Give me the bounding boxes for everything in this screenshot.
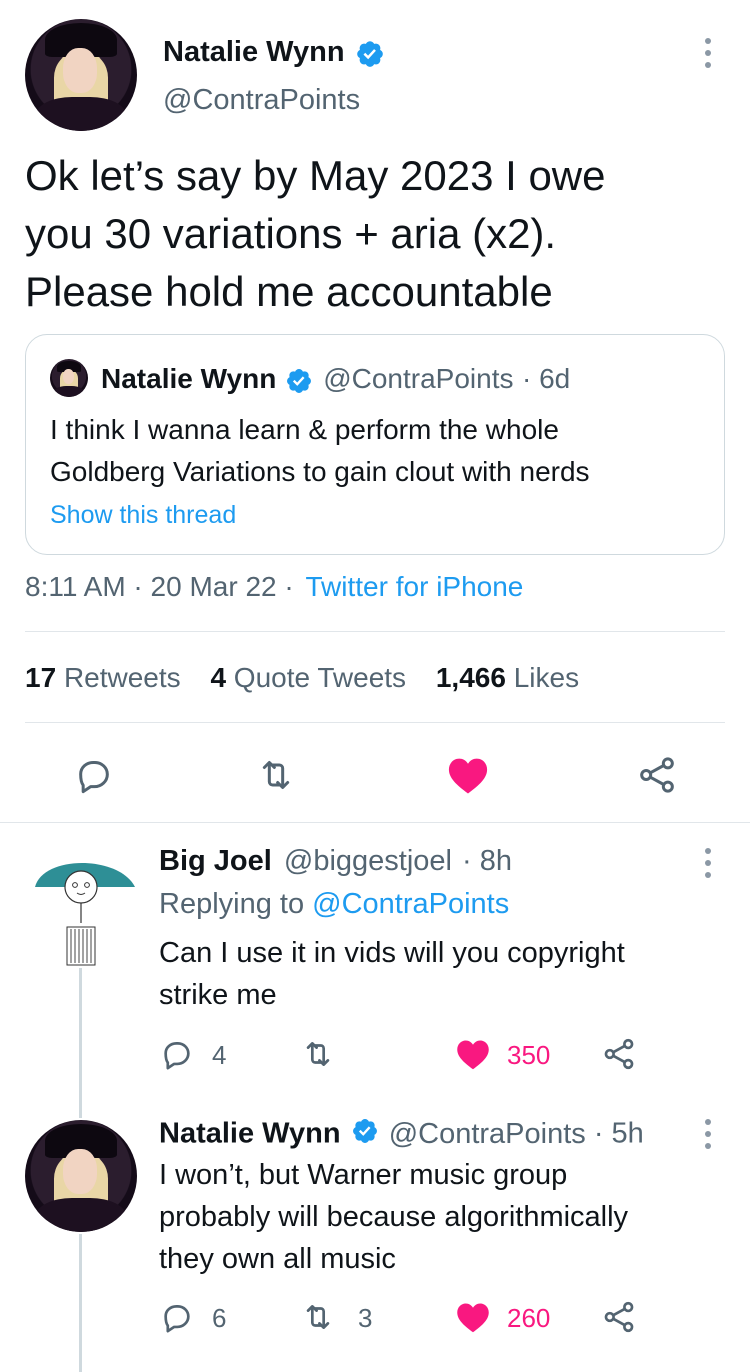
- more-options-icon[interactable]: [698, 1117, 718, 1153]
- reply-age[interactable]: · 8h: [462, 845, 512, 877]
- divider: [25, 631, 725, 632]
- more-options-icon[interactable]: [698, 846, 718, 882]
- tweet-timestamp[interactable]: 8:11 AM · 20 Mar 22 ·: [25, 571, 294, 602]
- main-author-name[interactable]: Natalie Wynn: [163, 36, 345, 68]
- verified-badge-icon: [355, 39, 385, 74]
- quoted-author-row: Natalie Wynn @ContraPoints · 6d: [101, 363, 570, 400]
- retweet-count: 3: [358, 1303, 373, 1333]
- quoted-author-handle: @ContraPoints: [323, 363, 514, 394]
- quoted-author-name: Natalie Wynn: [101, 363, 277, 394]
- replying-to: Replying to @ContraPoints: [159, 888, 509, 921]
- reply-author-name[interactable]: Big Joel: [159, 845, 272, 877]
- like-icon[interactable]: [446, 755, 490, 795]
- verified-badge-icon: [285, 367, 313, 400]
- reply-count: 6: [212, 1303, 227, 1333]
- retweet-icon[interactable]: [255, 755, 297, 795]
- retweet-icon[interactable]: [300, 1037, 336, 1071]
- main-tweet-line: Please hold me accountable: [25, 268, 553, 315]
- main-author-handle[interactable]: @ContraPoints: [163, 84, 360, 117]
- reply-author-avatar[interactable]: [25, 845, 137, 967]
- reply-icon[interactable]: [160, 1300, 194, 1334]
- quoted-author-avatar: [50, 359, 88, 397]
- main-author-name-row: Natalie Wynn: [163, 36, 385, 74]
- reply-text-line: Can I use it in vids will you copyright: [159, 937, 625, 969]
- reply-age[interactable]: · 5h: [594, 1118, 644, 1150]
- quote-tweets-stat[interactable]: 4 Quote Tweets: [210, 662, 406, 693]
- reply-text-line: they own all music: [159, 1243, 396, 1275]
- replying-to-prefix: Replying to: [159, 888, 305, 920]
- divider: [25, 722, 725, 723]
- main-tweet-text: Ok let’s say by May 2023 I owe you 30 va…: [25, 147, 725, 321]
- reply-author-handle[interactable]: @ContraPoints: [389, 1118, 586, 1150]
- reply-text-line: strike me: [159, 979, 277, 1011]
- main-author-avatar[interactable]: [25, 19, 137, 131]
- likes-stat[interactable]: 1,466 Likes: [436, 662, 579, 693]
- quoted-tweet-line: I think I wanna learn & perform the whol…: [50, 414, 559, 445]
- thread-connector-line: [79, 968, 82, 1118]
- quoted-tweet-card[interactable]: Natalie Wynn @ContraPoints · 6d I think …: [25, 334, 725, 555]
- replying-to-handle[interactable]: @ContraPoints: [312, 888, 509, 920]
- main-tweet-line: Ok let’s say by May 2023 I owe: [25, 152, 606, 199]
- share-icon[interactable]: [636, 755, 678, 795]
- main-tweet-line: you 30 variations + aria (x2).: [25, 210, 557, 257]
- retweets-stat[interactable]: 17 Retweets: [25, 662, 181, 693]
- reply-text-line: I won’t, but Warner music group: [159, 1159, 568, 1191]
- reply-text: I won’t, but Warner music group probably…: [159, 1154, 719, 1280]
- retweet-icon[interactable]: [300, 1300, 336, 1334]
- quoted-tweet-text: I think I wanna learn & perform the whol…: [50, 409, 710, 493]
- share-icon[interactable]: [602, 1037, 636, 1071]
- reply-header: Big Joel @biggestjoel · 8h: [159, 845, 512, 878]
- like-count: 260: [507, 1303, 551, 1333]
- show-thread-link[interactable]: Show this thread: [50, 501, 236, 530]
- reply-author-avatar[interactable]: [25, 1120, 137, 1232]
- like-count: 350: [507, 1040, 551, 1070]
- thread-connector-line: [79, 1234, 82, 1372]
- reply-icon[interactable]: [74, 755, 114, 795]
- tweet-stats: 17 Retweets 4 Quote Tweets 1,466 Likes: [25, 662, 579, 694]
- reply-text: Can I use it in vids will you copyright …: [159, 932, 719, 1016]
- like-icon[interactable]: [455, 1300, 491, 1334]
- reply-count: 4: [212, 1040, 227, 1070]
- tweet-source[interactable]: Twitter for iPhone: [306, 571, 524, 602]
- verified-badge-icon: [351, 1117, 379, 1153]
- reply-header: Natalie Wynn @ContraPoints · 5h: [159, 1117, 644, 1153]
- share-icon[interactable]: [602, 1300, 636, 1334]
- more-options-icon[interactable]: [698, 36, 718, 72]
- reply-author-name[interactable]: Natalie Wynn: [159, 1118, 341, 1150]
- reply-author-handle[interactable]: @biggestjoel: [284, 845, 452, 877]
- section-divider: [0, 822, 750, 823]
- tweet-meta: 8:11 AM · 20 Mar 22 · Twitter for iPhone: [25, 571, 523, 603]
- like-icon[interactable]: [455, 1037, 491, 1071]
- reply-text-line: probably will because algorithmically: [159, 1201, 629, 1233]
- quoted-tweet-age: · 6d: [521, 363, 571, 394]
- quoted-tweet-line: Goldberg Variations to gain clout with n…: [50, 456, 590, 487]
- reply-icon[interactable]: [160, 1037, 194, 1071]
